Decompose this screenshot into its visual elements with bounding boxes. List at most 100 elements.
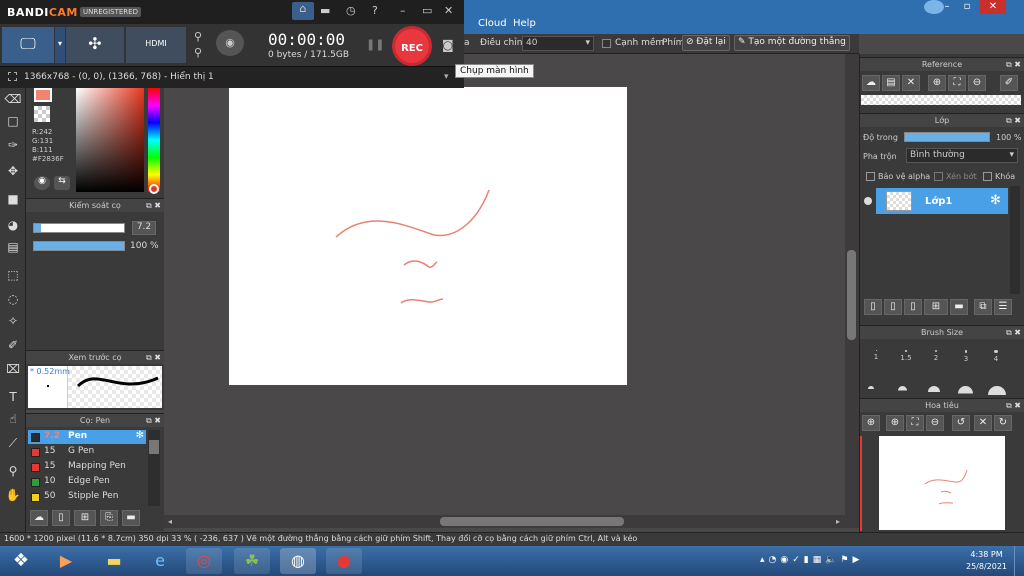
reset-view-icon[interactable]: ✕ <box>974 415 992 431</box>
zoom-in-icon[interactable]: ⊕ <box>886 415 904 431</box>
brush-new-icon[interactable]: ▯ <box>52 510 70 526</box>
chevron-down-icon[interactable]: ▾ <box>444 72 449 82</box>
panel-controls-icon[interactable]: ⧉ ✖ <box>146 414 161 428</box>
brush-list-scroll-thumb[interactable] <box>149 440 159 454</box>
eraser-icon[interactable]: ⌫ <box>4 90 22 108</box>
new-layer-8bit-icon[interactable]: ▯ <box>884 299 902 315</box>
primary-color-swatch[interactable] <box>34 88 52 102</box>
rotate-right-icon[interactable]: ↻ <box>994 415 1012 431</box>
zoom-out-icon[interactable]: ⊖ <box>926 415 944 431</box>
bucket-icon[interactable]: ◕ <box>4 216 22 234</box>
panel-controls-icon[interactable]: ⧉ ✖ <box>1006 326 1021 340</box>
brush-size-option[interactable]: 2 <box>922 344 950 368</box>
brush-list-item[interactable]: 15 Mapping Pen <box>28 460 146 474</box>
help-icon[interactable]: ? <box>372 4 378 17</box>
rec-button[interactable]: REC <box>392 26 432 66</box>
rectangle-icon[interactable]: □ <box>4 112 22 130</box>
navigator-thumbnail[interactable] <box>879 436 1005 530</box>
scroll-left-icon[interactable]: ◂ <box>168 517 172 526</box>
app-taskbar[interactable]: ☘ <box>234 548 270 574</box>
brush-size-option[interactable]: 1 <box>862 344 890 368</box>
panel-controls-icon[interactable]: ⧉ ✖ <box>146 351 161 365</box>
layer-opacity-slider[interactable] <box>904 132 990 142</box>
brush-copy-icon[interactable]: ⎘ <box>100 510 118 526</box>
hue-marker[interactable] <box>149 184 159 194</box>
explorer-taskbar[interactable]: ▬ <box>96 548 132 574</box>
window-icon[interactable]: ▭ <box>422 4 432 17</box>
divide-icon[interactable]: ⟋ <box>4 434 22 452</box>
transparent-color-swatch[interactable] <box>34 106 50 122</box>
maximize-button[interactable]: ▫ <box>958 0 976 14</box>
menu-cloud[interactable]: Cloud <box>478 18 507 29</box>
fit-icon[interactable]: ⛶ <box>906 415 924 431</box>
protect-alpha-checkbox[interactable] <box>866 172 875 181</box>
scroll-right-icon[interactable]: ▸ <box>836 517 840 526</box>
panel-controls-icon[interactable]: ⧉ ✖ <box>1006 58 1021 72</box>
start-button[interactable]: ❖ <box>2 548 40 574</box>
text-icon[interactable]: T <box>4 388 22 406</box>
zoom-in-icon[interactable]: ⊕ <box>862 415 880 431</box>
folder-icon[interactable]: ▬ <box>950 299 968 315</box>
folder-icon[interactable]: ▬ <box>320 4 330 17</box>
layers-scrollbar[interactable] <box>1010 186 1020 294</box>
bandicam-taskbar[interactable]: ● <box>326 548 362 574</box>
brush-list-item[interactable]: 15 G Pen <box>28 445 146 459</box>
blend-mode-select[interactable]: Bình thường ▾ <box>906 148 1018 163</box>
brush-size-slider[interactable] <box>33 223 125 233</box>
ie-taskbar[interactable]: e <box>142 548 178 574</box>
move-icon[interactable]: ✥ <box>4 162 22 180</box>
fit-icon[interactable]: ⛶ <box>948 75 966 91</box>
eyedropper-icon[interactable]: ⚲ <box>4 462 22 480</box>
add-layer-icon[interactable]: ⊞ <box>924 299 948 315</box>
camera-icon[interactable]: ◙ <box>442 38 454 52</box>
eyedropper-icon[interactable]: ✐ <box>1000 75 1018 91</box>
color-swap-icon[interactable]: ⇆ <box>54 176 70 190</box>
chrome-taskbar[interactable]: ◎ <box>186 548 222 574</box>
mic-input-icon[interactable]: ⚲ <box>190 46 206 59</box>
select-eraser-icon[interactable]: ⌧ <box>4 360 22 378</box>
horizontal-scroll-thumb[interactable] <box>440 517 624 526</box>
new-layer-1bit-icon[interactable]: ▯ <box>904 299 922 315</box>
layer-visibility-icon[interactable] <box>864 197 872 205</box>
brush-cloud-icon[interactable]: ☁ <box>30 510 48 526</box>
lock-checkbox[interactable] <box>983 172 992 181</box>
brush-size-option[interactable]: 3 <box>952 344 980 368</box>
hue-slider[interactable] <box>148 88 160 192</box>
drawing-canvas[interactable] <box>229 87 627 385</box>
gear-icon[interactable]: ✻ <box>136 430 144 441</box>
reset-button[interactable]: ⊘ Đặt lại <box>682 35 730 51</box>
zoom-in-icon[interactable]: ⊕ <box>928 75 946 91</box>
straight-line-button[interactable]: ✎ Tạo một đường thẳng <box>734 35 850 51</box>
brush-size-option[interactable]: 4 <box>982 344 1010 368</box>
new-layer-icon[interactable]: ▯ <box>864 299 882 315</box>
close-window-button[interactable]: ✕ <box>980 0 1006 14</box>
lasso-icon[interactable]: ◌ <box>4 290 22 308</box>
brush-folder-icon[interactable]: ▬ <box>122 510 140 526</box>
close-icon[interactable]: ✕ <box>444 4 453 17</box>
home-icon[interactable]: ⌂ <box>292 2 314 20</box>
brush-list-item[interactable]: 7.2 Pen ✻ <box>28 430 146 444</box>
medibang-taskbar[interactable]: ◍ <box>280 548 316 574</box>
vertical-scroll-thumb[interactable] <box>847 250 856 340</box>
clock-icon[interactable]: ◷ <box>346 4 356 17</box>
brush-icon[interactable]: ✑ <box>4 136 22 154</box>
saturation-value-picker[interactable] <box>76 88 144 192</box>
show-desktop-button[interactable] <box>1014 546 1024 576</box>
layer-settings-icon[interactable]: ☰ <box>994 299 1012 315</box>
select-rect-icon[interactable]: ⬚ <box>4 266 22 284</box>
color-wheel-icon[interactable]: ◉ <box>34 176 50 190</box>
duplicate-layer-icon[interactable]: ⧉ <box>974 299 992 315</box>
open-folder-icon[interactable]: ▤ <box>882 75 900 91</box>
menu-help[interactable]: Help <box>513 18 536 29</box>
brush-list-item[interactable]: 50 Stipple Pen <box>28 490 146 504</box>
select-pen-icon[interactable]: ✐ <box>4 336 22 354</box>
zoom-out-icon[interactable]: ⊖ <box>968 75 986 91</box>
device-mode-button[interactable]: HDMI <box>126 27 186 63</box>
screen-mode-dropdown[interactable]: ▾ <box>55 27 65 63</box>
taskbar-clock[interactable]: 4:38 PM 25/8/2021 <box>966 549 1007 573</box>
fill-rect-icon[interactable]: ■ <box>4 190 22 208</box>
brush-size-option[interactable]: 1.5 <box>892 344 920 368</box>
brush-size-value[interactable]: 7.2 <box>132 221 156 235</box>
antialias-checkbox[interactable] <box>602 39 611 48</box>
panel-controls-icon[interactable]: ⧉ ✖ <box>1006 399 1021 413</box>
